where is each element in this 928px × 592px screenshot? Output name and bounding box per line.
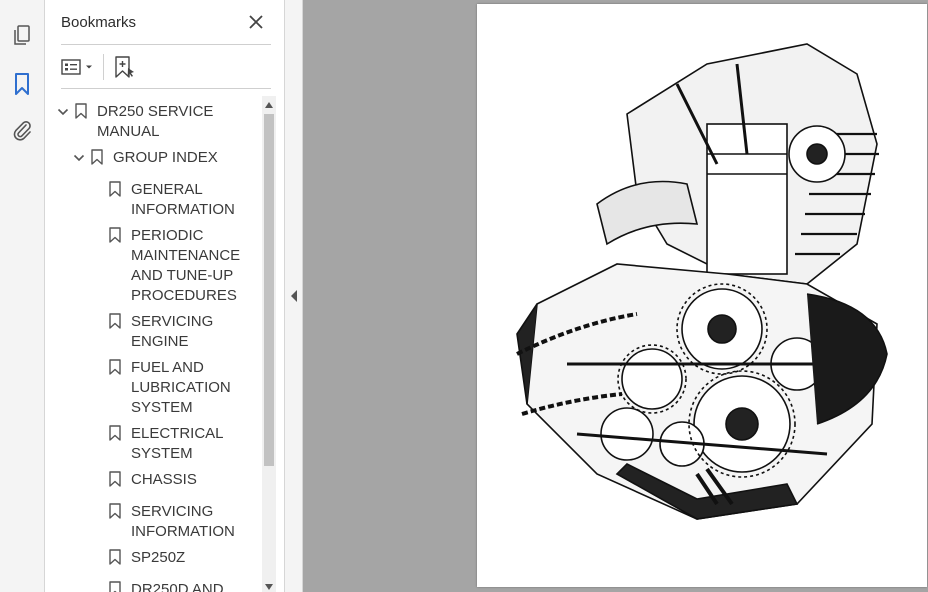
bookmark-icon (109, 313, 121, 329)
bookmark-icon (109, 359, 121, 375)
bookmark-label: SP250Z (131, 549, 186, 566)
bookmark-options-button[interactable] (61, 54, 95, 80)
paperclip-icon (13, 121, 31, 141)
bookmark-label: GROUP INDEX (113, 149, 218, 166)
bookmark-icon (109, 581, 121, 592)
divider (61, 88, 271, 89)
pdf-page (477, 4, 927, 587)
bookmark-item[interactable]: SERVICING ENGINE (109, 312, 259, 352)
bookmark-label: GENERAL INFORMATION (131, 181, 235, 218)
new-bookmark-button[interactable] (113, 54, 137, 80)
bookmark-item[interactable]: PERIODIC MAINTENANCE AND TUNE-UP PROCEDU… (109, 226, 259, 306)
bookmark-item[interactable]: DR250 SERVICE MANUAL (57, 102, 257, 142)
bookmark-item[interactable]: SP250Z (109, 548, 259, 568)
close-panel-button[interactable] (247, 13, 265, 31)
pdf-viewer-window: Bookmarks DR250 SERVICE MANUAL GROUP IND… (0, 0, 928, 592)
divider (61, 44, 271, 45)
bookmark-label: PERIODIC MAINTENANCE AND TUNE-UP PROCEDU… (131, 227, 241, 304)
bookmark-label: ELECTRICAL SYSTEM (131, 425, 223, 462)
bookmark-icon (109, 425, 121, 441)
bookmark-item[interactable]: ELECTRICAL SYSTEM (109, 424, 259, 464)
bookmark-icon (109, 181, 121, 197)
bookmark-item[interactable]: CHASSIS (109, 470, 259, 490)
close-icon (249, 15, 263, 29)
chevron-up-icon (265, 102, 273, 108)
bookmark-icon (109, 471, 121, 487)
options-list-icon (61, 59, 92, 75)
navigation-rail (0, 0, 45, 592)
bookmark-label: SERVICING INFORMATION (131, 503, 235, 540)
chevron-down-icon[interactable] (57, 106, 69, 118)
bookmark-label: FUEL AND LUBRICATION SYSTEM (131, 359, 231, 416)
panel-splitter[interactable] (285, 0, 303, 592)
collapse-panel-icon[interactable] (290, 290, 298, 302)
bookmark-item[interactable]: GENERAL INFORMATION (109, 180, 259, 220)
bookmark-label: CHASSIS (131, 471, 197, 488)
scroll-up-button[interactable] (264, 100, 274, 110)
chevron-down-icon (265, 584, 273, 590)
bookmark-tree: DR250 SERVICE MANUAL GROUP INDEX GENERAL… (45, 96, 261, 592)
document-view[interactable] (303, 0, 928, 592)
scroll-down-button[interactable] (264, 582, 274, 592)
bookmark-icon (91, 149, 103, 165)
new-bookmark-icon (115, 56, 134, 78)
page-thumbnails-button[interactable] (6, 20, 38, 52)
bookmark-item[interactable]: DR250D AND (109, 580, 259, 592)
bookmark-item[interactable]: GROUP INDEX (73, 148, 257, 168)
engine-cutaway-illustration (516, 43, 888, 520)
bookmark-icon (109, 227, 121, 243)
bookmark-label: SERVICING ENGINE (131, 313, 214, 350)
scrollbar-thumb[interactable] (264, 114, 274, 466)
panel-title: Bookmarks (61, 14, 137, 31)
bookmark-item[interactable]: SERVICING INFORMATION (109, 502, 259, 542)
bookmark-icon (109, 549, 121, 565)
pages-icon (14, 25, 30, 45)
bookmarks-button[interactable] (6, 68, 38, 100)
bookmark-icon (75, 103, 87, 119)
bookmark-label: DR250D AND (131, 581, 224, 592)
attachments-button[interactable] (6, 114, 38, 146)
bookmark-icon (15, 73, 29, 95)
bookmark-icon (109, 503, 121, 519)
toolbar-divider (103, 54, 104, 80)
bookmark-label: DR250 SERVICE MANUAL (97, 103, 214, 140)
chevron-down-icon[interactable] (73, 152, 85, 164)
bookmark-item[interactable]: FUEL AND LUBRICATION SYSTEM (109, 358, 259, 418)
bookmarks-panel: Bookmarks DR250 SERVICE MANUAL GROUP IND… (45, 0, 285, 592)
bookmarks-scrollbar[interactable] (262, 96, 276, 592)
